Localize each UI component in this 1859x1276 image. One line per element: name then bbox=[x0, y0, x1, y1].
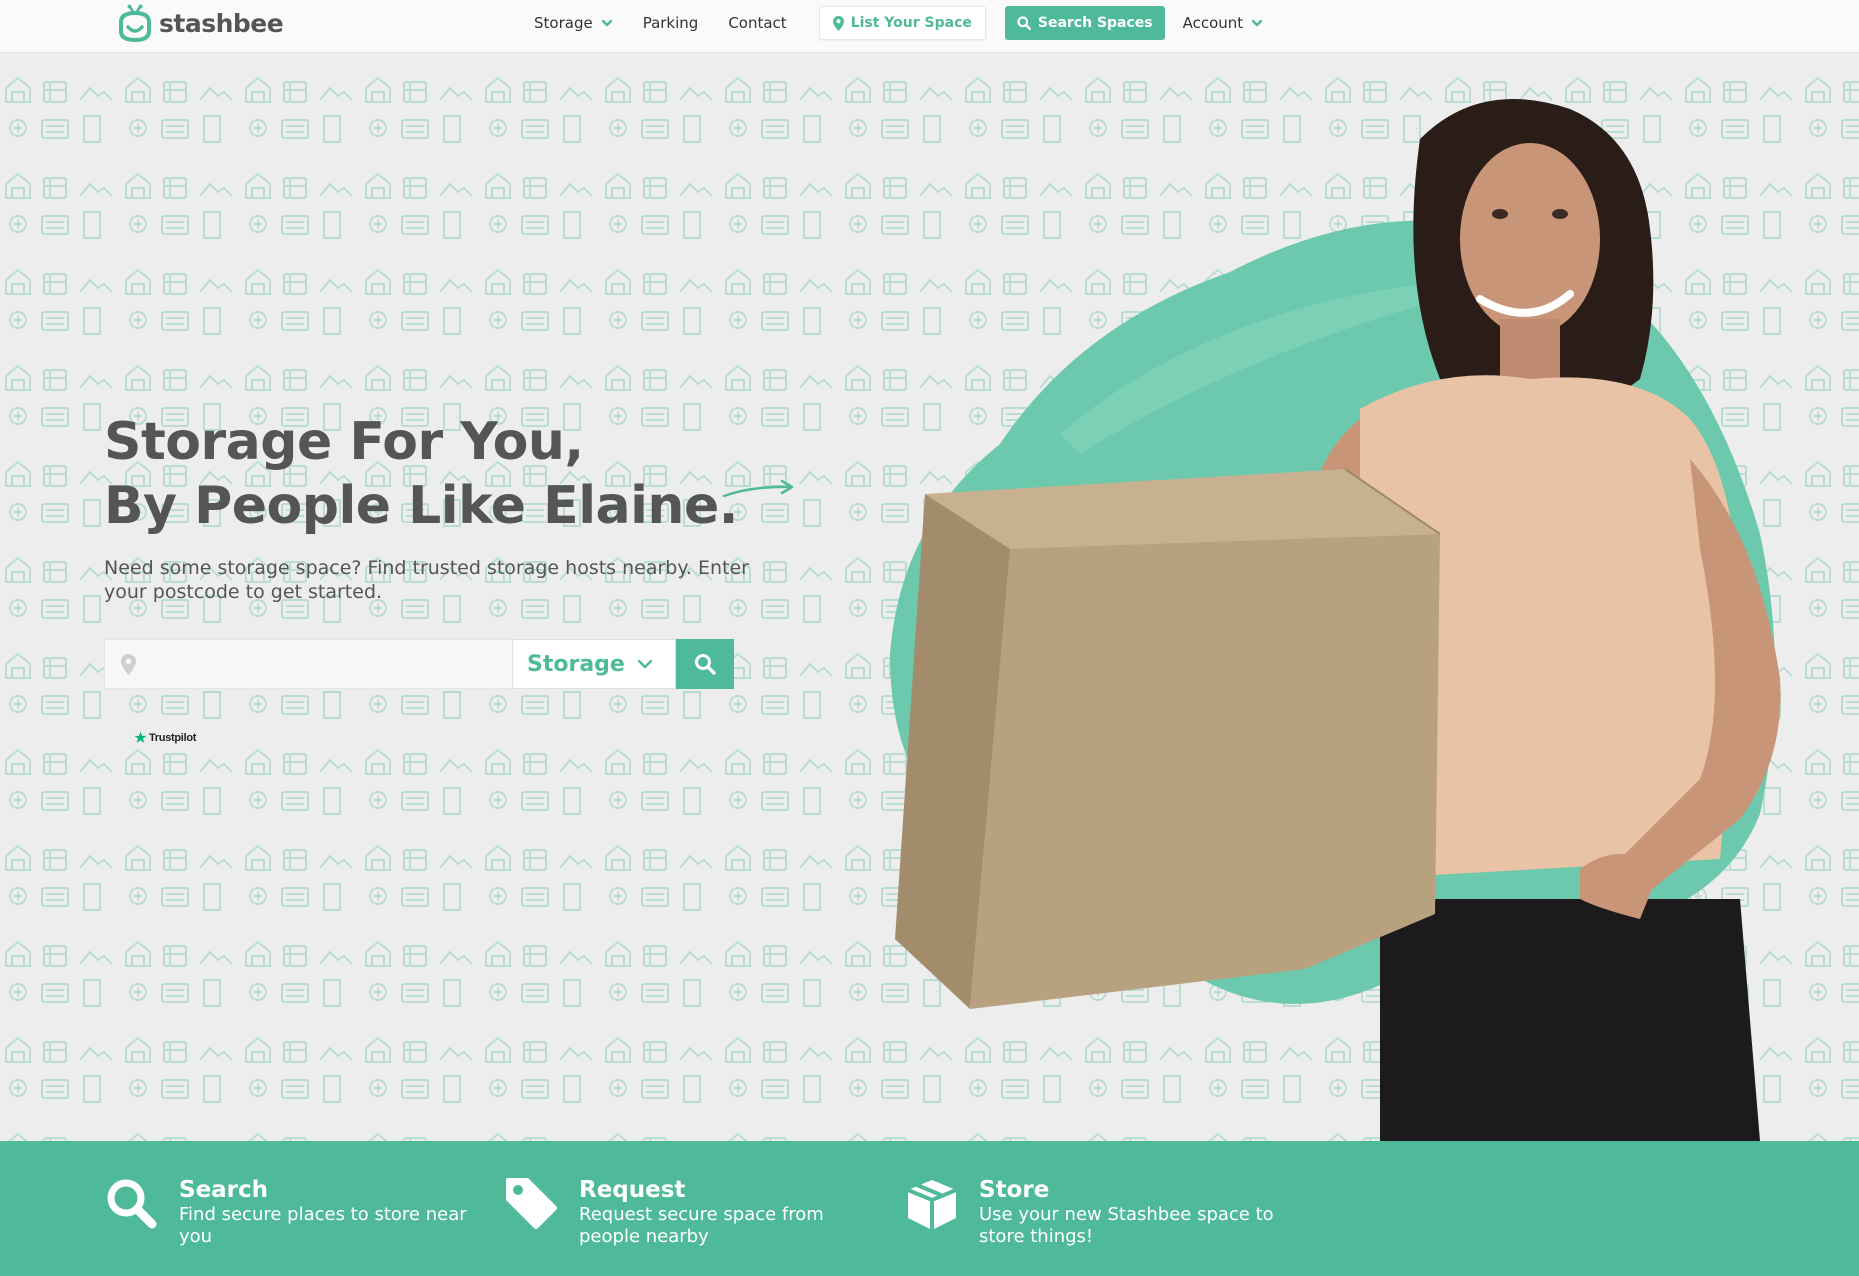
main-nav: Storage Parking Contact List Your Space … bbox=[534, 6, 1263, 40]
bee-logo-icon bbox=[119, 4, 151, 42]
how-it-works-bar: Search Find secure places to store near … bbox=[0, 1141, 1859, 1276]
search-icon bbox=[695, 654, 716, 675]
hero-copy: Storage For You, By People Like Elaine. … bbox=[104, 410, 824, 604]
step-search: Search Find secure places to store near … bbox=[104, 1176, 479, 1248]
space-type-select[interactable]: Storage bbox=[512, 639, 676, 689]
woman-holding-box-image bbox=[895, 99, 1781, 1141]
hero-search-form: Storage bbox=[104, 639, 734, 689]
postcode-input[interactable] bbox=[146, 653, 506, 675]
star-icon bbox=[134, 731, 147, 743]
chevron-down-icon bbox=[601, 19, 612, 27]
brand-name: stashbee bbox=[159, 8, 284, 38]
step-description: Use your new Stashbee space to store thi… bbox=[979, 1204, 1274, 1247]
map-pin-icon bbox=[832, 15, 844, 31]
step-store: Store Use your new Stashbee space to sto… bbox=[904, 1176, 1279, 1248]
hero-section: Storage For You, By People Like Elaine. … bbox=[0, 54, 1859, 1141]
trustpilot-badge[interactable]: Trustpilot bbox=[134, 731, 196, 744]
tag-icon bbox=[506, 1178, 557, 1229]
step-title: Search bbox=[179, 1177, 269, 1203]
list-your-space-label: List Your Space bbox=[850, 15, 972, 31]
step-description: Find secure places to store near you bbox=[179, 1204, 467, 1247]
headline-line-2: By People Like Elaine. bbox=[104, 476, 738, 536]
search-spaces-button[interactable]: Search Spaces bbox=[1004, 6, 1165, 40]
search-icon bbox=[1017, 16, 1031, 30]
nav-account-label: Account bbox=[1182, 14, 1244, 32]
list-your-space-button[interactable]: List Your Space bbox=[818, 6, 986, 40]
space-type-value: Storage bbox=[527, 651, 625, 677]
step-request: Request Request secure space from people… bbox=[504, 1176, 879, 1248]
search-icon bbox=[107, 1179, 157, 1229]
hero-subtitle: Need some storage space? Find trusted st… bbox=[104, 557, 749, 603]
hero-headline: Storage For You, By People Like Elaine. bbox=[104, 410, 824, 538]
chevron-down-icon bbox=[1252, 19, 1263, 27]
top-navbar: stashbee Storage Parking Contact List Yo… bbox=[0, 0, 1859, 53]
step-description: Request secure space from people nearby bbox=[579, 1204, 824, 1247]
map-pin-icon bbox=[121, 653, 136, 675]
nav-storage-label: Storage bbox=[534, 14, 593, 32]
nav-parking-link[interactable]: Parking bbox=[643, 14, 699, 32]
step-store-text: Store Use your new Stashbee space to sto… bbox=[979, 1176, 1279, 1248]
search-spaces-label: Search Spaces bbox=[1037, 15, 1153, 31]
brand-logo-link[interactable]: stashbee bbox=[117, 4, 284, 42]
hero-search-button[interactable] bbox=[676, 639, 734, 689]
box-icon bbox=[907, 1180, 957, 1230]
nav-contact-link[interactable]: Contact bbox=[728, 14, 786, 32]
step-request-text: Request Request secure space from people… bbox=[579, 1176, 879, 1248]
chevron-down-icon bbox=[637, 659, 653, 669]
nav-parking-label: Parking bbox=[642, 14, 699, 32]
step-title: Request bbox=[579, 1177, 686, 1203]
nav-storage-dropdown[interactable]: Storage bbox=[534, 14, 613, 32]
nav-account-dropdown[interactable]: Account bbox=[1183, 14, 1264, 32]
step-title: Store bbox=[979, 1177, 1050, 1203]
arrow-icon bbox=[722, 479, 794, 498]
nav-contact-label: Contact bbox=[728, 14, 787, 32]
headline-line-1: Storage For You, bbox=[104, 412, 584, 472]
step-search-text: Search Find secure places to store near … bbox=[179, 1176, 479, 1248]
trustpilot-label: Trustpilot bbox=[149, 731, 197, 744]
postcode-field bbox=[104, 639, 512, 689]
